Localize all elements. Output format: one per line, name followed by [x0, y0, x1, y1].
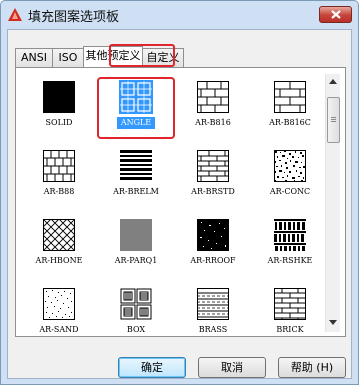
pattern-label: AR-HBONE [35, 256, 83, 265]
pattern-label: BRASS [198, 325, 228, 334]
pattern-item[interactable]: SOLID [24, 81, 94, 139]
pattern-item[interactable]: AR-B816 [178, 81, 248, 139]
cancel-button[interactable]: 取消 [198, 357, 266, 378]
pattern-item-selected[interactable]: ANGLE [97, 77, 175, 139]
pattern-label: AR-PARQ1 [114, 256, 158, 265]
vertical-scrollbar[interactable] [325, 74, 340, 332]
pattern-item[interactable]: AR-BRSTD [178, 150, 248, 208]
pattern-item[interactable]: AR-RROOF [178, 219, 248, 277]
pattern-swatch [197, 81, 229, 113]
scroll-down-arrow-icon[interactable] [329, 320, 337, 325]
pattern-swatch [43, 288, 75, 320]
scroll-up-arrow-icon[interactable] [329, 79, 337, 84]
pattern-label: AR-BRELM [113, 187, 159, 196]
pattern-swatch [197, 150, 229, 182]
scrollbar-thumb[interactable] [327, 97, 340, 143]
pattern-label: AR-B816C [269, 118, 311, 127]
pattern-swatch [197, 219, 229, 251]
pattern-item[interactable]: BOX [101, 288, 171, 346]
hatch-pattern-palette-dialog: 填充图案选项板 ANSI ISO 其他预定义 自定义 SOLID ANGLE A… [0, 0, 359, 385]
help-button[interactable]: 帮助 (H) [278, 357, 346, 378]
close-button[interactable] [319, 6, 352, 23]
close-icon [330, 10, 341, 19]
pattern-swatch [274, 288, 306, 320]
pattern-item[interactable]: AR-PARQ1 [101, 219, 171, 277]
pattern-label: AR-RROOF [190, 256, 236, 265]
pattern-swatch [43, 150, 75, 182]
pattern-label: AR-B88 [43, 187, 75, 196]
tab-ansi[interactable]: ANSI [15, 48, 53, 67]
window-title: 填充图案选项板 [28, 10, 120, 25]
pattern-swatch [120, 150, 152, 182]
dialog-body: ANSI ISO 其他预定义 自定义 SOLID ANGLE AR-B816 A… [7, 29, 352, 379]
pattern-swatch [120, 288, 152, 320]
pattern-item[interactable]: BRICK [255, 288, 325, 346]
pattern-swatch [43, 81, 75, 113]
pattern-label: AR-CONC [269, 187, 311, 196]
pattern-item[interactable]: AR-B816C [255, 81, 325, 139]
pattern-label: BRICK [276, 325, 304, 334]
pattern-swatch [274, 150, 306, 182]
pattern-item[interactable]: AR-B88 [24, 150, 94, 208]
pattern-label: AR-RSHKE [267, 256, 313, 265]
title-bar[interactable]: 填充图案选项板 [1, 1, 358, 28]
pattern-item[interactable]: BRASS [178, 288, 248, 346]
pattern-label: BOX [126, 325, 146, 334]
autocad-logo-icon [8, 8, 22, 21]
pattern-item[interactable]: AR-RSHKE [255, 219, 325, 277]
ok-button[interactable]: 确定 [118, 357, 186, 378]
pattern-list[interactable]: SOLID ANGLE AR-B816 AR-B816C AR-B88 AR-B… [15, 67, 346, 337]
pattern-swatch [43, 219, 75, 251]
pattern-label: AR-SAND [39, 325, 79, 334]
pattern-swatch [197, 288, 229, 320]
active-tab-highlight [109, 44, 175, 67]
pattern-label: AR-BRSTD [191, 187, 235, 196]
selected-pattern-highlight [97, 77, 175, 139]
pattern-item[interactable]: AR-BRELM [101, 150, 171, 208]
pattern-item[interactable]: AR-SAND [24, 288, 94, 346]
pattern-label: AR-B816 [195, 118, 231, 127]
pattern-item[interactable]: AR-CONC [255, 150, 325, 208]
pattern-swatch [120, 219, 152, 251]
pattern-label: SOLID [45, 118, 73, 127]
pattern-swatch [274, 219, 306, 251]
tab-iso[interactable]: ISO [52, 48, 84, 67]
pattern-swatch [274, 81, 306, 113]
pattern-item[interactable]: AR-HBONE [24, 219, 94, 277]
